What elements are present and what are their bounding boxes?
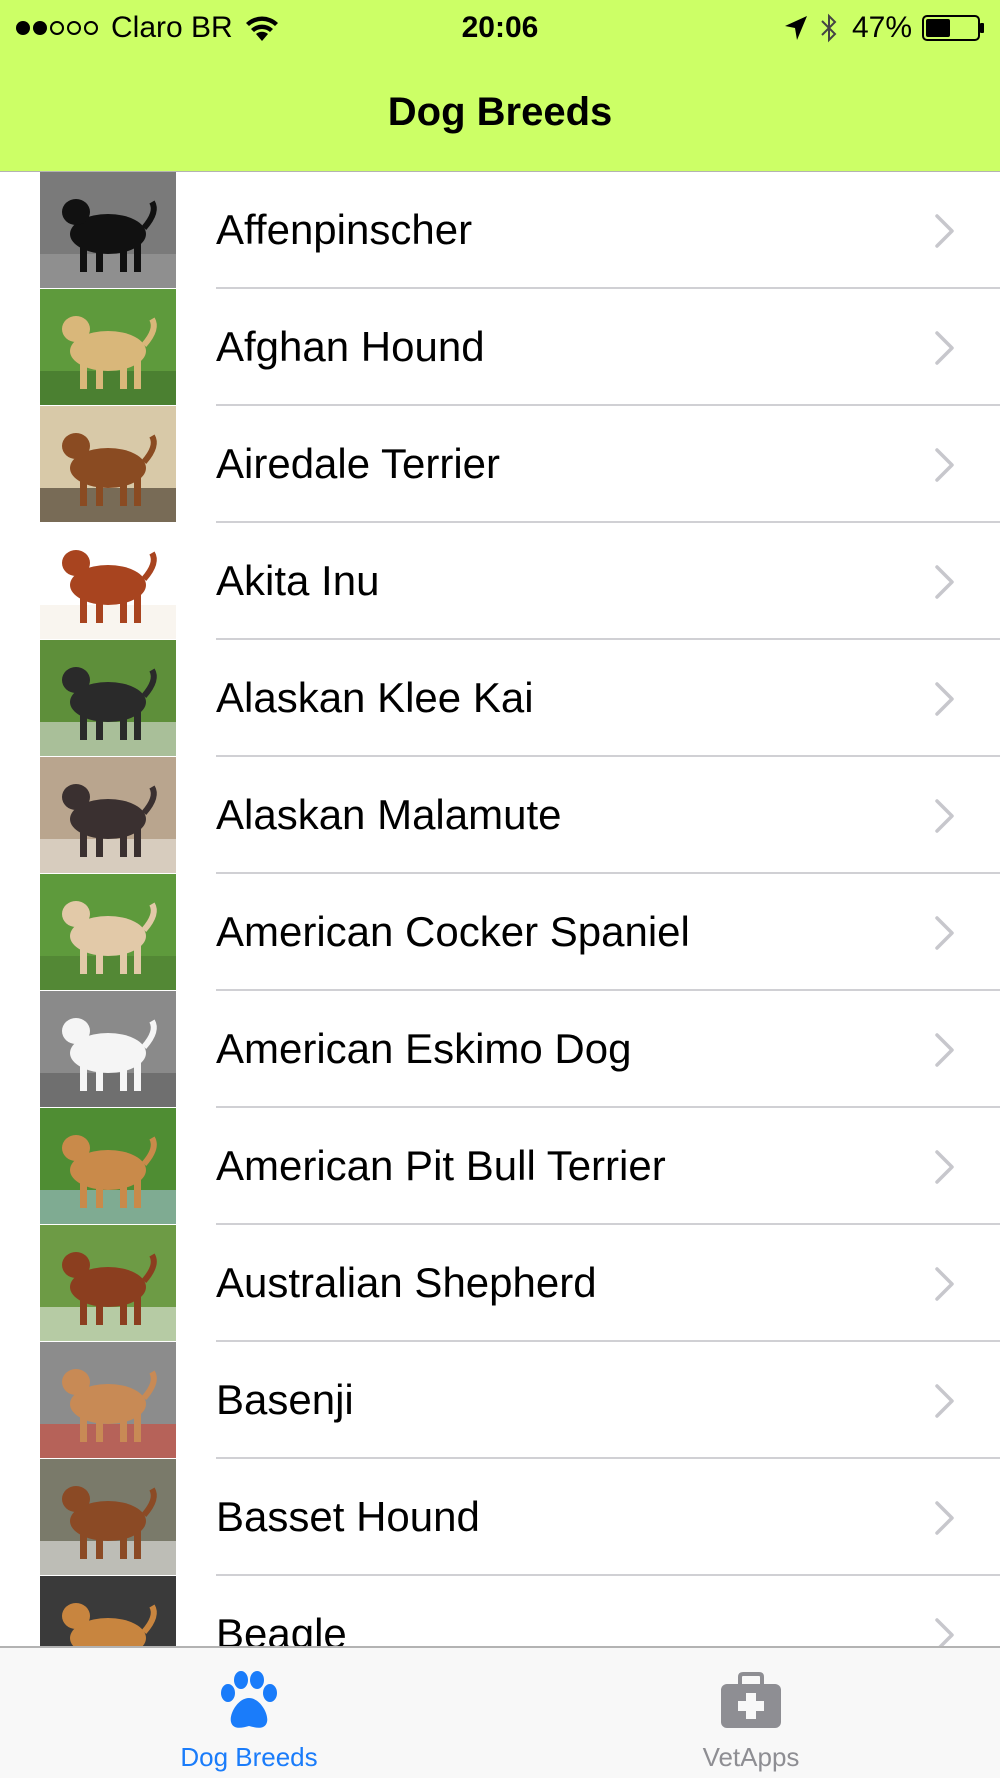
breed-thumbnail	[40, 1576, 176, 1646]
chevron-right-icon	[935, 682, 954, 716]
breed-name: Afghan Hound	[216, 323, 485, 370]
battery-percent: 47%	[851, 11, 912, 44]
breed-list[interactable]: Affenpinscher Afghan Hound Airedale Terrie…	[0, 172, 1000, 1646]
breed-thumbnail	[40, 757, 176, 873]
chevron-right-icon	[935, 448, 954, 482]
location-arrow-icon	[784, 16, 807, 40]
breed-thumbnail	[40, 640, 176, 756]
chevron-right-icon	[935, 1267, 954, 1301]
battery-icon	[922, 15, 984, 41]
tab-dog-breeds[interactable]: Dog Breeds	[124, 1648, 374, 1778]
breed-row[interactable]: Beagle	[0, 1576, 1000, 1646]
breed-name: Airedale Terrier	[216, 440, 501, 487]
breed-name: American Eskimo Dog	[216, 1025, 632, 1072]
breed-row[interactable]: Akita Inu	[0, 523, 1000, 640]
breed-thumbnail	[40, 1108, 176, 1224]
breed-row[interactable]: American Eskimo Dog	[0, 991, 1000, 1108]
tab-vetapps-label: VetApps	[702, 1742, 800, 1772]
breed-name: Alaskan Malamute	[216, 791, 562, 838]
breed-thumbnail	[40, 406, 176, 522]
breed-thumbnail	[40, 874, 176, 990]
breed-name: Beagle	[216, 1610, 347, 1646]
chevron-right-icon	[935, 916, 954, 950]
status-bar: Claro BR 20:06 47%	[0, 0, 1000, 56]
breed-thumbnail	[40, 1342, 176, 1458]
medical-kit-icon	[721, 1672, 781, 1728]
breed-thumbnail	[40, 172, 176, 288]
breed-name: Alaskan Klee Kai	[216, 674, 534, 721]
chevron-right-icon	[935, 1150, 954, 1184]
breed-row[interactable]: Alaskan Klee Kai	[0, 640, 1000, 757]
status-right: 47%	[784, 8, 986, 48]
chevron-right-icon	[935, 1501, 954, 1535]
breed-row[interactable]: Basset Hound	[0, 1459, 1000, 1576]
breed-name: Akita Inu	[216, 557, 380, 604]
header: Claro BR 20:06 47% Dog Breeds	[0, 0, 1000, 172]
breed-row[interactable]: Afghan Hound	[0, 289, 1000, 406]
breed-thumbnail	[40, 1459, 176, 1575]
breed-name: American Cocker Spaniel	[216, 908, 690, 955]
breed-name: Basset Hound	[216, 1493, 480, 1540]
breed-name: Affenpinscher	[216, 206, 473, 253]
breed-thumbnail	[40, 1225, 176, 1341]
chevron-right-icon	[935, 799, 954, 833]
breed-name: Australian Shepherd	[216, 1259, 597, 1306]
chevron-right-icon	[935, 214, 954, 248]
chevron-right-icon	[935, 331, 954, 365]
breed-row[interactable]: American Cocker Spaniel	[0, 874, 1000, 991]
chevron-right-icon	[935, 1384, 954, 1418]
breed-thumbnail	[40, 523, 176, 639]
tab-dog-breeds-label: Dog Breeds	[180, 1742, 318, 1772]
breed-row[interactable]: Affenpinscher	[0, 172, 1000, 289]
chevron-right-icon	[935, 1033, 954, 1067]
breed-row[interactable]: Alaskan Malamute	[0, 757, 1000, 874]
page-title: Dog Breeds	[387, 90, 613, 134]
breed-thumbnail	[40, 289, 176, 405]
breed-name: American Pit Bull Terrier	[216, 1142, 666, 1189]
breed-row[interactable]: Basenji	[0, 1342, 1000, 1459]
tab-vetapps[interactable]: VetApps	[626, 1648, 876, 1778]
breed-row[interactable]: Australian Shepherd	[0, 1225, 1000, 1342]
breed-row[interactable]: Airedale Terrier	[0, 406, 1000, 523]
breed-row[interactable]: American Pit Bull Terrier	[0, 1108, 1000, 1225]
bluetooth-icon	[821, 13, 837, 43]
breed-name: Basenji	[216, 1376, 354, 1423]
chevron-right-icon	[935, 1618, 954, 1646]
tab-bar: Dog Breeds VetApps	[0, 1646, 1000, 1778]
paw-icon	[221, 1671, 277, 1728]
breed-thumbnail	[40, 991, 176, 1107]
chevron-right-icon	[935, 565, 954, 599]
